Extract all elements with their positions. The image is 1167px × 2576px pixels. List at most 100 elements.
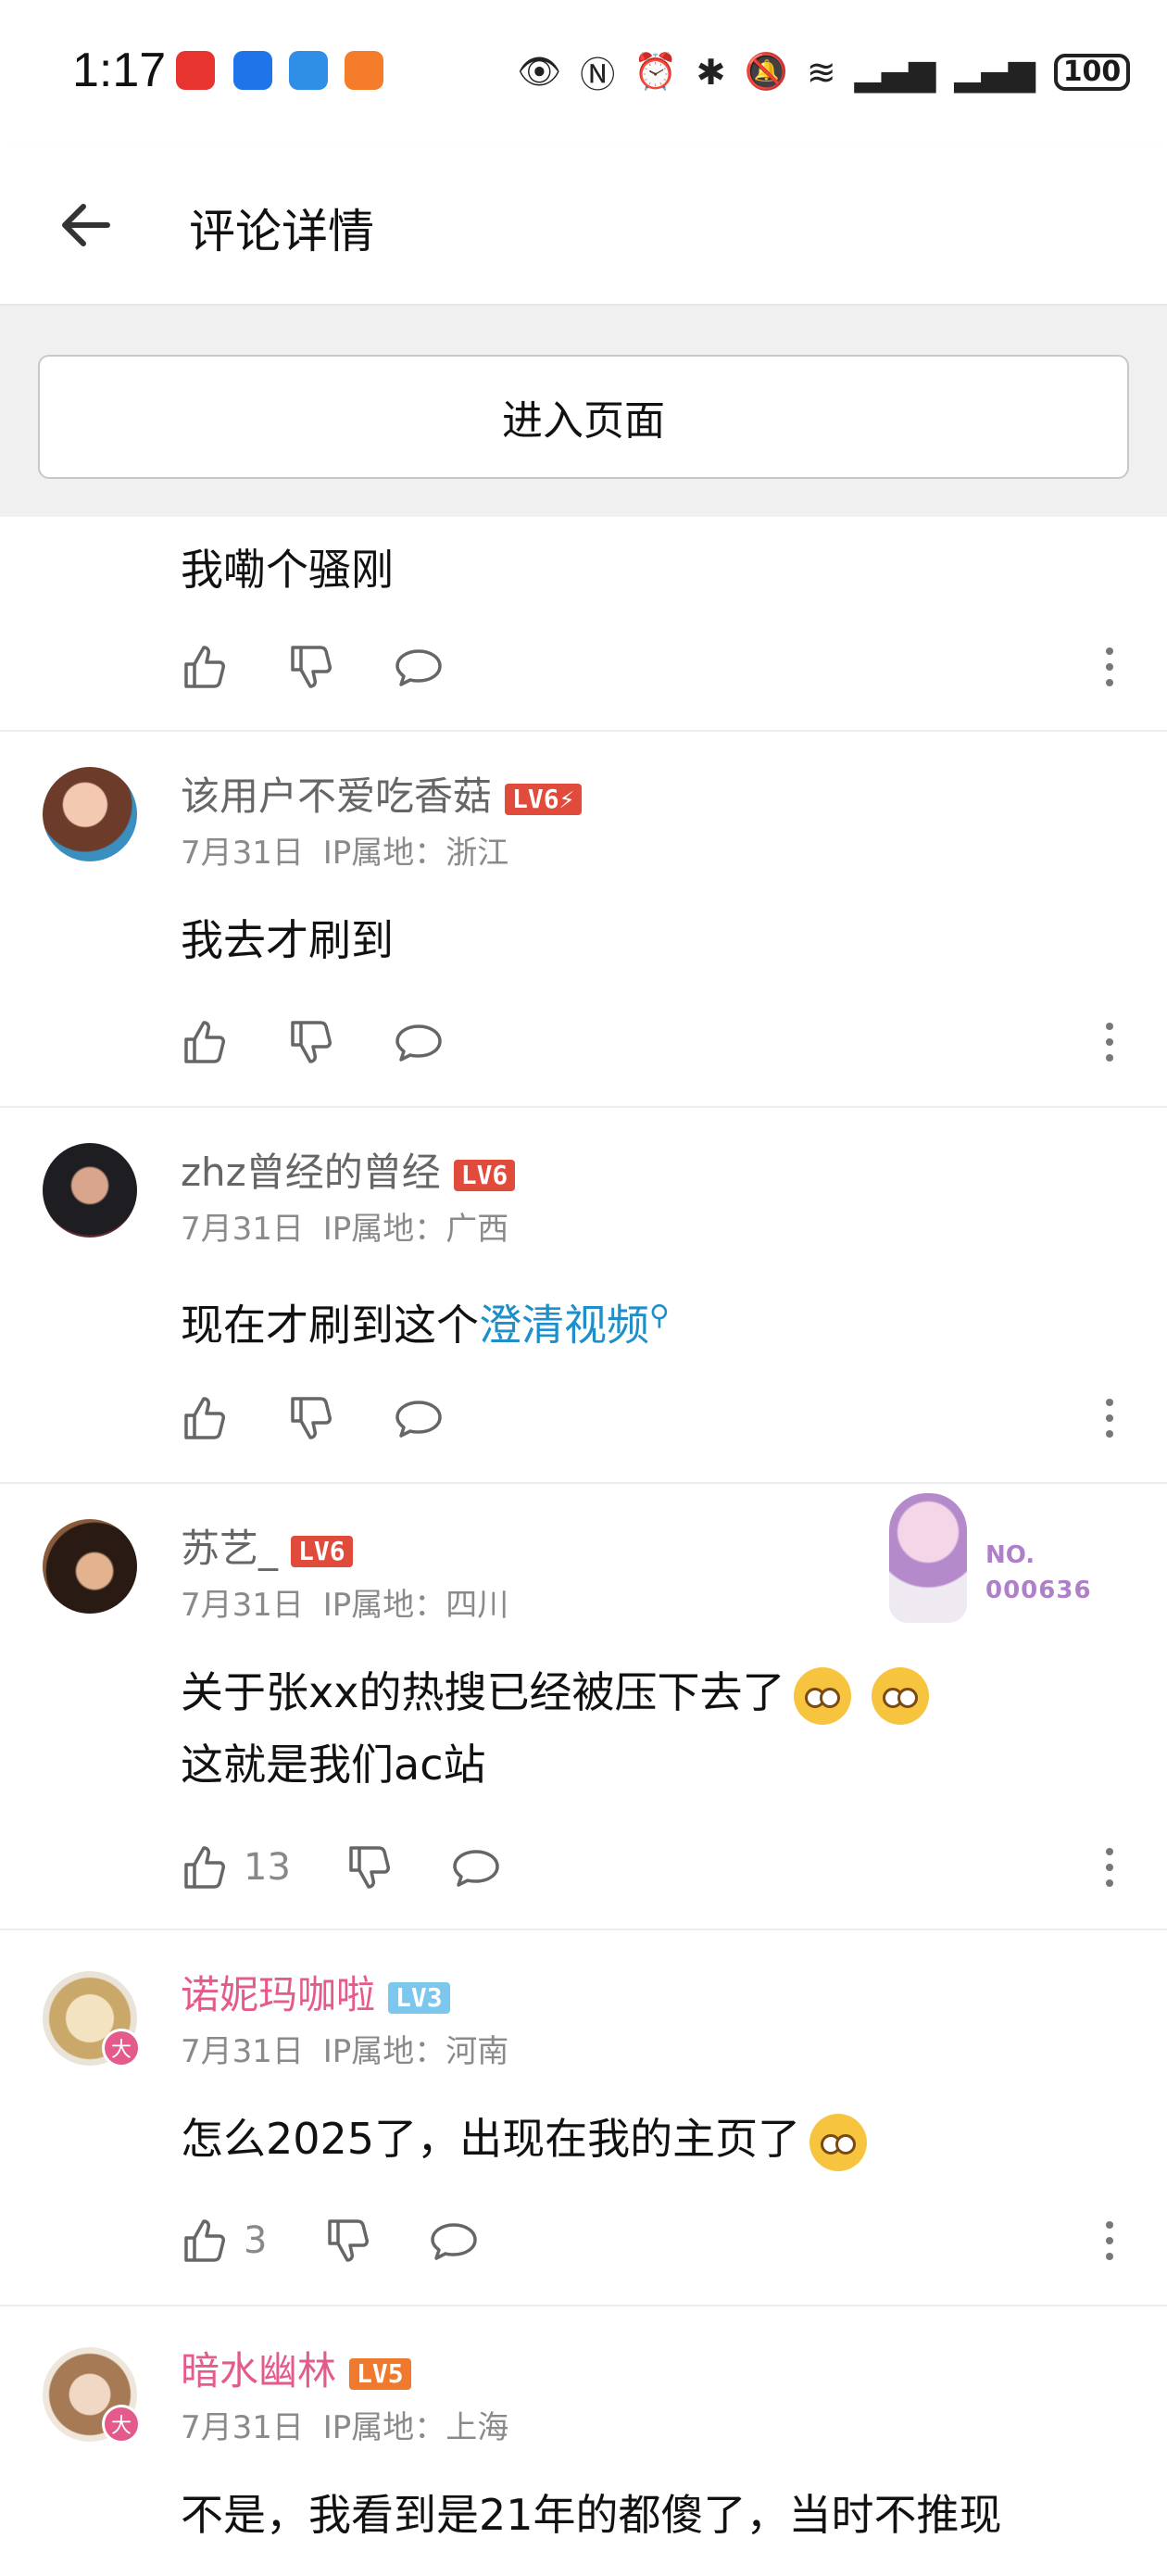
username[interactable]: 暗水幽林 LV5	[181, 2340, 411, 2396]
more-options-button[interactable]	[1085, 1840, 1135, 1895]
thumb-up-icon	[184, 2219, 225, 2262]
enter-page-bar: 进入页面	[0, 306, 1167, 517]
thumb-up-icon	[184, 1021, 225, 1063]
like-button[interactable]: 13	[181, 1840, 291, 1895]
comment-text: 怎么2025了，出现在我的主页了	[181, 2103, 868, 2175]
comment-date: 7月31日	[181, 835, 304, 872]
browser-app-icon	[233, 51, 272, 90]
thumb-down-icon	[291, 1397, 332, 1439]
search-icon[interactable]: ⚲	[649, 1300, 670, 1332]
ip-location: IP属地：浙江	[322, 835, 509, 872]
sticker-character	[889, 1493, 967, 1623]
more-options-button[interactable]	[1085, 639, 1135, 695]
back-arrow-icon[interactable]	[54, 191, 122, 259]
reply-button[interactable]	[394, 639, 444, 695]
comment-bubble-icon	[395, 1401, 442, 1438]
thumb-down-icon	[291, 1021, 332, 1063]
comment-text: 我嘞个骚刚	[181, 545, 394, 595]
fan-badge-sticker: NO. 000636	[889, 1493, 1093, 1632]
more-options-button[interactable]	[1085, 2213, 1135, 2268]
level-badge: LV3	[388, 1981, 450, 2014]
like-button[interactable]	[181, 1390, 231, 1446]
username[interactable]: zhz曾经的曾经 LV6	[181, 1141, 516, 1198]
more-vertical-icon	[1106, 2221, 1113, 2260]
avatar[interactable]	[43, 1519, 137, 1614]
like-button[interactable]: 3	[181, 2213, 267, 2268]
level-badge: LV5	[349, 2357, 411, 2390]
username-text: zhz曾经的曾经	[181, 1150, 441, 1195]
comment-text-prefix: 现在才刷到这个	[181, 1300, 479, 1351]
dislike-button[interactable]	[345, 1840, 395, 1895]
vip-badge: 大	[102, 2405, 141, 2444]
sticker-number: 000636	[985, 1577, 1092, 1604]
comment-text: 我去才刷到	[181, 915, 394, 965]
comment-actions	[181, 1014, 1135, 1070]
level-badge: LV6	[453, 1159, 516, 1191]
comment-date: 7月31日	[181, 2409, 304, 2446]
comment-bubble-icon	[395, 1024, 442, 1062]
username-text: 苏艺_	[181, 1526, 279, 1571]
comment-item: 我嘞个骚刚	[0, 517, 1167, 732]
like-button[interactable]	[181, 639, 231, 695]
wifi-icon: ≋	[806, 51, 836, 93]
comment-bubble-icon	[431, 2223, 477, 2260]
like-count: 3	[244, 2219, 268, 2262]
comment-text-line2: 这就是我们ac站	[181, 1740, 486, 1790]
mute-icon: 🔕	[744, 51, 788, 92]
comment-text-line1: 关于张xx的热搜已经被压下去了	[181, 1667, 785, 1717]
ip-location: IP属地：上海	[322, 2409, 509, 2446]
comment-meta: 7月31日 IP属地：河南	[181, 2026, 508, 2071]
enter-page-button[interactable]: 进入页面	[38, 355, 1129, 479]
dislike-button[interactable]	[287, 639, 337, 695]
more-vertical-icon	[1106, 647, 1113, 686]
username[interactable]: 苏艺_ LV6	[181, 1517, 353, 1574]
comment-text-body: 怎么2025了，出现在我的主页了	[181, 2114, 801, 2164]
comment-text: 关于张xx的热搜已经被压下去了 这就是我们ac站	[181, 1656, 930, 1801]
username[interactable]: 该用户不爱吃香菇 LV6⚡	[181, 765, 583, 822]
huawei-app-icon	[176, 51, 215, 90]
comment-date: 7月31日	[181, 1587, 304, 1624]
ip-location: IP属地：广西	[322, 1211, 509, 1248]
status-icons: 👁 Ⓝ ⏰ ✱ 🔕 ≋ ▂▄▆ ▂▄▆ 100	[517, 46, 1130, 97]
comment-date: 7月31日	[181, 1211, 304, 1248]
comment-actions	[181, 1390, 1135, 1446]
reply-button[interactable]	[429, 2213, 479, 2268]
dislike-button[interactable]	[287, 1390, 337, 1446]
bluetooth-icon: ✱	[696, 51, 726, 93]
username-text: 诺妮玛咖啦	[181, 1972, 376, 2017]
comment-meta: 7月31日 IP属地：上海	[181, 2402, 508, 2447]
level-badge: LV6	[291, 1535, 353, 1567]
username[interactable]: 诺妮玛咖啦 LV3	[181, 1964, 450, 2020]
thumb-up-icon	[184, 1846, 225, 1889]
search-link[interactable]: 澄清视频	[479, 1300, 649, 1350]
ip-location: IP属地：河南	[322, 2033, 509, 2070]
dislike-button[interactable]	[287, 1014, 337, 1070]
comment-meta: 7月31日 IP属地：浙江	[181, 827, 508, 873]
comment-item: 大 诺妮玛咖啦 LV3 7月31日 IP属地：河南 怎么2025了，出现在我的主页…	[0, 1930, 1167, 2306]
comment-item: 该用户不爱吃香菇 LV6⚡ 7月31日 IP属地：浙江 我去才刷到	[0, 732, 1167, 1108]
reply-button[interactable]	[394, 1014, 444, 1070]
avatar[interactable]	[43, 1143, 137, 1238]
laughing-emoji-icon	[809, 2113, 868, 2171]
flushed-emoji-icon	[794, 1666, 852, 1725]
dislike-button[interactable]	[324, 2213, 374, 2268]
comment-meta: 7月31日 IP属地：四川	[181, 1579, 508, 1625]
vip-badge: 大	[102, 2029, 141, 2067]
thumb-up-icon	[184, 646, 225, 688]
more-options-button[interactable]	[1085, 1014, 1135, 1070]
battery-icon: 100	[1054, 53, 1130, 91]
status-bar: 1:17 👁 Ⓝ ⏰ ✱ 🔕 ≋ ▂▄▆ ▂▄▆ 100	[0, 0, 1167, 148]
flushed-emoji-icon	[872, 1666, 930, 1725]
reply-button[interactable]	[451, 1840, 501, 1895]
comment-actions	[181, 639, 1135, 695]
like-count: 13	[244, 1846, 291, 1889]
like-button[interactable]	[181, 1014, 231, 1070]
avatar[interactable]	[43, 767, 137, 861]
signal-icon: ▂▄▆	[854, 51, 936, 93]
more-options-button[interactable]	[1085, 1390, 1135, 1446]
thumb-down-icon	[291, 646, 332, 688]
message-app-icon	[289, 51, 328, 90]
reply-button[interactable]	[394, 1390, 444, 1446]
thumb-down-icon	[328, 2219, 369, 2262]
comment-date: 7月31日	[181, 2033, 304, 2070]
